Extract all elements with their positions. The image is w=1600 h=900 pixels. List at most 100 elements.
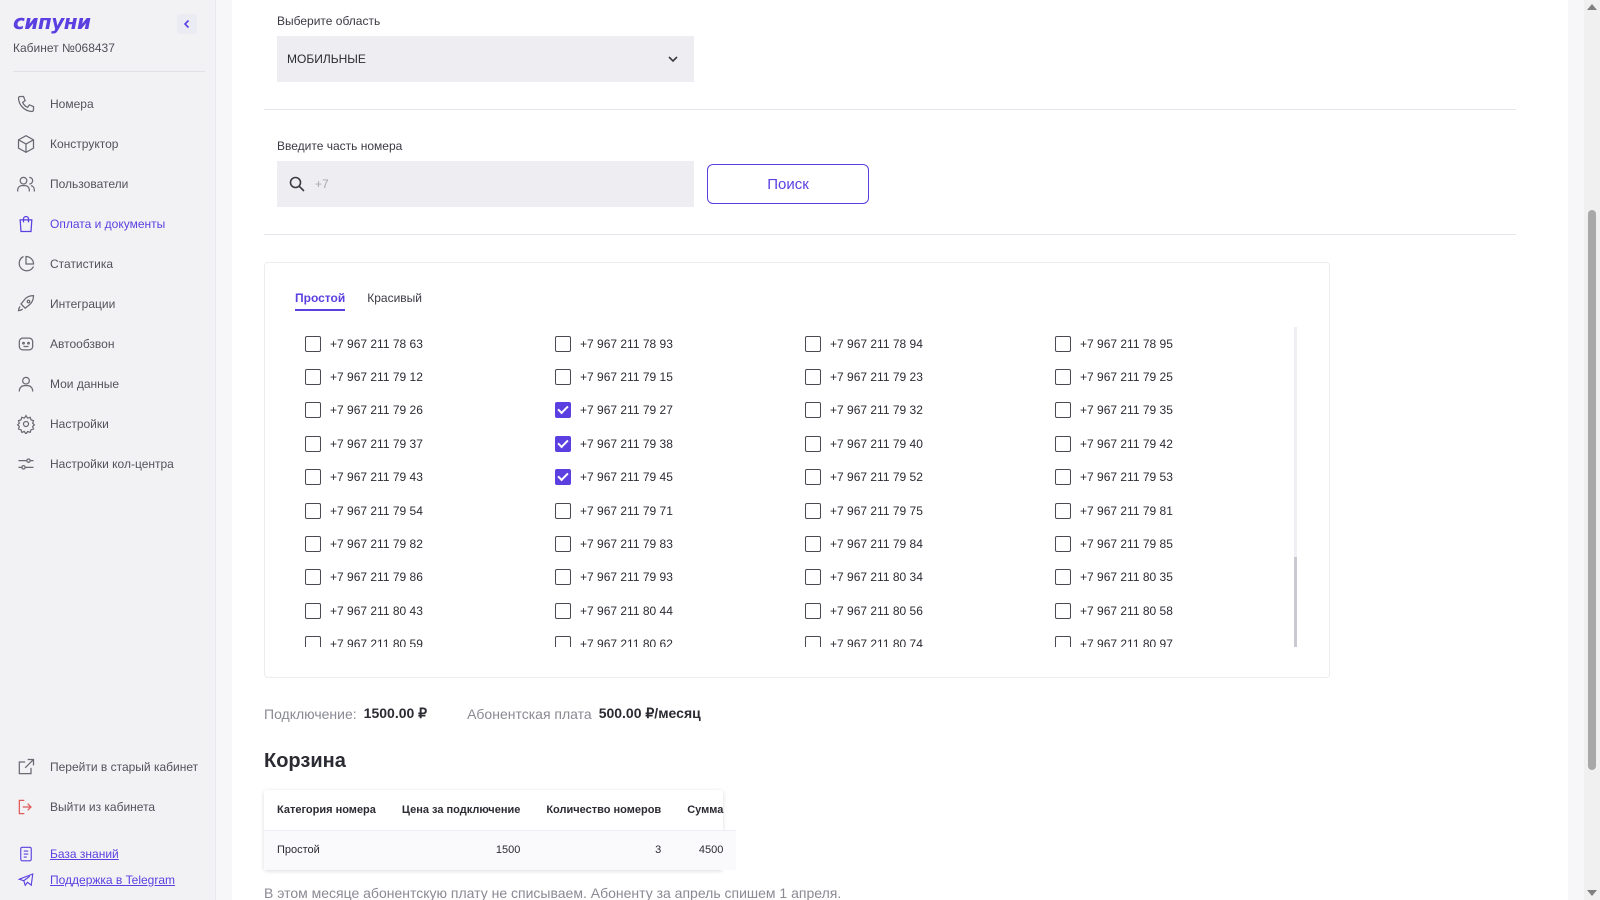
number-option[interactable]: +7 967 211 79 84 bbox=[805, 527, 1055, 560]
number-option[interactable]: +7 967 211 79 12 bbox=[305, 360, 555, 393]
number-option[interactable]: +7 967 211 80 59 bbox=[305, 628, 555, 647]
checkbox[interactable] bbox=[1055, 636, 1071, 647]
checkbox[interactable] bbox=[305, 402, 321, 419]
number-option[interactable]: +7 967 211 80 58 bbox=[1055, 594, 1285, 627]
sidebar-item-callcenter-settings[interactable]: Настройки кол-центра bbox=[0, 444, 216, 484]
checkbox[interactable] bbox=[805, 335, 821, 352]
checkbox[interactable] bbox=[555, 369, 571, 386]
checkbox-checked[interactable] bbox=[555, 435, 571, 452]
sidebar-item-payments[interactable]: Оплата и документы bbox=[0, 204, 216, 244]
checkbox[interactable] bbox=[1055, 502, 1071, 519]
number-search-input[interactable] bbox=[315, 177, 665, 191]
checkbox[interactable] bbox=[555, 502, 571, 519]
tab-simple[interactable]: Простой bbox=[295, 291, 346, 311]
checkbox[interactable] bbox=[805, 536, 821, 553]
knowledge-base-link[interactable]: База знаний bbox=[0, 841, 216, 867]
number-option[interactable]: +7 967 211 79 53 bbox=[1055, 461, 1285, 494]
sidebar-item-statistics[interactable]: Статистика bbox=[0, 244, 216, 284]
sidebar-item-users[interactable]: Пользователи bbox=[0, 164, 216, 204]
number-option[interactable]: +7 967 211 79 40 bbox=[805, 427, 1055, 460]
number-option[interactable]: +7 967 211 78 93 bbox=[555, 327, 805, 360]
number-option[interactable]: +7 967 211 80 44 bbox=[555, 594, 805, 627]
number-option[interactable]: +7 967 211 78 94 bbox=[805, 327, 1055, 360]
checkbox[interactable] bbox=[1055, 402, 1071, 419]
telegram-support-link[interactable]: Поддержка в Telegram bbox=[0, 867, 216, 893]
number-option[interactable]: +7 967 211 79 81 bbox=[1055, 494, 1285, 527]
checkbox[interactable] bbox=[805, 569, 821, 586]
numbers-scrollbar-thumb[interactable] bbox=[1294, 557, 1297, 647]
number-option[interactable]: +7 967 211 79 15 bbox=[555, 360, 805, 393]
checkbox[interactable] bbox=[805, 369, 821, 386]
number-search-field[interactable] bbox=[277, 161, 694, 207]
sidebar-item-integrations[interactable]: Интеграции bbox=[0, 284, 216, 324]
checkbox[interactable] bbox=[555, 335, 571, 352]
checkbox[interactable] bbox=[1055, 536, 1071, 553]
number-option[interactable]: +7 967 211 80 97 bbox=[1055, 628, 1285, 647]
checkbox[interactable] bbox=[805, 402, 821, 419]
number-option[interactable]: +7 967 211 79 71 bbox=[555, 494, 805, 527]
number-option[interactable]: +7 967 211 79 35 bbox=[1055, 394, 1285, 427]
number-option[interactable]: +7 967 211 79 38 bbox=[555, 427, 805, 460]
checkbox[interactable] bbox=[305, 469, 321, 486]
collapse-sidebar-button[interactable] bbox=[177, 14, 197, 34]
number-option[interactable]: +7 967 211 79 82 bbox=[305, 527, 555, 560]
checkbox[interactable] bbox=[305, 636, 321, 647]
checkbox[interactable] bbox=[305, 369, 321, 386]
checkbox[interactable] bbox=[555, 569, 571, 586]
number-option[interactable]: +7 967 211 80 34 bbox=[805, 561, 1055, 594]
search-button[interactable]: Поиск bbox=[707, 164, 869, 204]
checkbox[interactable] bbox=[555, 536, 571, 553]
number-option[interactable]: +7 967 211 78 63 bbox=[305, 327, 555, 360]
checkbox[interactable] bbox=[305, 435, 321, 452]
checkbox[interactable] bbox=[305, 536, 321, 553]
checkbox[interactable] bbox=[1055, 435, 1071, 452]
sidebar-item-settings[interactable]: Настройки bbox=[0, 404, 216, 444]
scroll-down-arrow-icon[interactable] bbox=[1587, 890, 1597, 896]
checkbox[interactable] bbox=[305, 502, 321, 519]
checkbox[interactable] bbox=[805, 502, 821, 519]
sidebar-item-autodial[interactable]: Автообзвон bbox=[0, 324, 216, 364]
logout-button[interactable]: Выйти из кабинета bbox=[0, 787, 216, 827]
checkbox[interactable] bbox=[805, 435, 821, 452]
old-cabinet-link[interactable]: Перейти в старый кабинет bbox=[0, 747, 216, 787]
number-option[interactable]: +7 967 211 79 93 bbox=[555, 561, 805, 594]
sidebar-item-numbers[interactable]: Номера bbox=[0, 84, 216, 124]
number-option[interactable]: +7 967 211 79 37 bbox=[305, 427, 555, 460]
number-option[interactable]: +7 967 211 78 95 bbox=[1055, 327, 1285, 360]
page-scrollbar[interactable] bbox=[1584, 0, 1600, 900]
checkbox[interactable] bbox=[1055, 369, 1071, 386]
checkbox[interactable] bbox=[1055, 602, 1071, 619]
checkbox[interactable] bbox=[1055, 569, 1071, 586]
number-option[interactable]: +7 967 211 79 23 bbox=[805, 360, 1055, 393]
checkbox[interactable] bbox=[305, 569, 321, 586]
checkbox[interactable] bbox=[805, 602, 821, 619]
tab-beautiful[interactable]: Красивый bbox=[367, 291, 422, 311]
checkbox[interactable] bbox=[555, 636, 571, 647]
number-option[interactable]: +7 967 211 80 56 bbox=[805, 594, 1055, 627]
logo[interactable]: сипуни bbox=[13, 10, 91, 34]
number-option[interactable]: +7 967 211 79 86 bbox=[305, 561, 555, 594]
number-option[interactable]: +7 967 211 79 52 bbox=[805, 461, 1055, 494]
region-select[interactable]: МОБИЛЬНЫЕ bbox=[277, 36, 694, 82]
checkbox[interactable] bbox=[1055, 335, 1071, 352]
numbers-scrollbar[interactable] bbox=[1294, 327, 1297, 647]
page-scrollbar-thumb[interactable] bbox=[1588, 210, 1596, 770]
checkbox[interactable] bbox=[305, 602, 321, 619]
number-option[interactable]: +7 967 211 79 43 bbox=[305, 461, 555, 494]
sidebar-item-my-data[interactable]: Мои данные bbox=[0, 364, 216, 404]
checkbox[interactable] bbox=[805, 636, 821, 647]
number-option[interactable]: +7 967 211 80 62 bbox=[555, 628, 805, 647]
number-option[interactable]: +7 967 211 79 25 bbox=[1055, 360, 1285, 393]
number-option[interactable]: +7 967 211 79 85 bbox=[1055, 527, 1285, 560]
number-option[interactable]: +7 967 211 79 26 bbox=[305, 394, 555, 427]
number-option[interactable]: +7 967 211 79 27 bbox=[555, 394, 805, 427]
checkbox-checked[interactable] bbox=[555, 469, 571, 486]
number-option[interactable]: +7 967 211 79 75 bbox=[805, 494, 1055, 527]
checkbox-checked[interactable] bbox=[555, 402, 571, 419]
checkbox[interactable] bbox=[1055, 469, 1071, 486]
sidebar-item-constructor[interactable]: Конструктор bbox=[0, 124, 216, 164]
number-option[interactable]: +7 967 211 80 35 bbox=[1055, 561, 1285, 594]
number-option[interactable]: +7 967 211 79 83 bbox=[555, 527, 805, 560]
number-option[interactable]: +7 967 211 80 43 bbox=[305, 594, 555, 627]
checkbox[interactable] bbox=[805, 469, 821, 486]
